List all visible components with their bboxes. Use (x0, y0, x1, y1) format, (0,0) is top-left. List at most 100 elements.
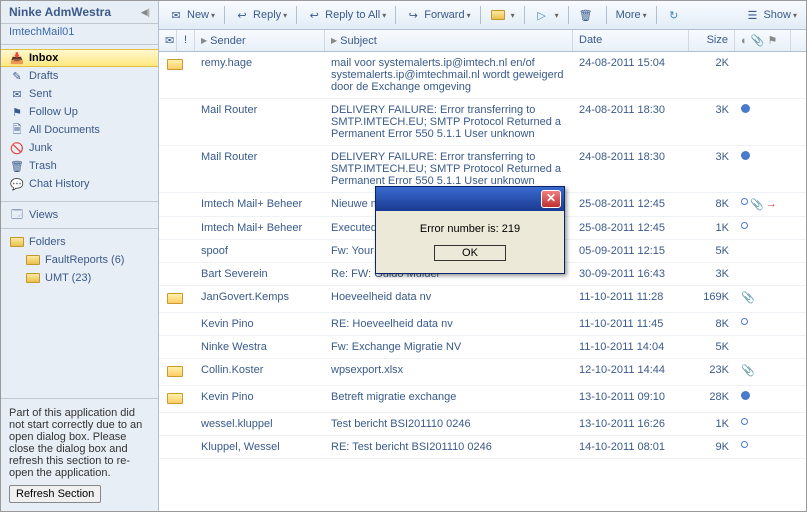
col-important[interactable]: ! (177, 30, 195, 51)
mail-row[interactable]: remy.hagemail voor systemalerts.ip@imtec… (159, 52, 806, 99)
flags-cell (735, 340, 791, 354)
col-sender[interactable]: ▶Sender (195, 30, 325, 51)
sender-cell: Kevin Pino (195, 390, 325, 408)
mailbox-name: ImtechMail01 (1, 24, 158, 45)
sidebar-item-follow-up[interactable]: ⚑Follow Up (1, 103, 158, 121)
subfolder-label: FaultReports (6) (45, 254, 124, 266)
folder-button[interactable]: ▾ (485, 4, 520, 26)
date-cell: 11-10-2011 11:28 (573, 290, 689, 308)
separator (480, 6, 481, 24)
attachment-icon: 📎 (750, 198, 764, 211)
views-icon: 🗔 (9, 208, 25, 222)
separator (395, 6, 396, 24)
dropdown-icon: ▾ (511, 11, 515, 20)
col-size[interactable]: Size (689, 30, 735, 51)
size-cell: 5K (689, 244, 735, 258)
envelope-cell (159, 363, 177, 381)
folder-item-label: Sent (29, 88, 52, 100)
sender-cell: Imtech Mail+ Beheer (195, 221, 325, 235)
sidebar-item-junk[interactable]: 🚫Junk (1, 139, 158, 157)
reply-all-button[interactable]: ↩Reply to All▾ (301, 4, 391, 26)
flags-cell: 📎→ (735, 197, 791, 212)
reply-icon: ↩ (234, 7, 250, 23)
subject-cell: mail voor systemalerts.ip@imtech.nl en/o… (325, 56, 573, 94)
envelope-cell (159, 390, 177, 408)
mail-row[interactable]: Collin.Kosterwpsexport.xlsx12-10-2011 14… (159, 359, 806, 386)
sidebar-item-trash[interactable]: 🗑 Trash (1, 157, 158, 175)
views-item[interactable]: 🗔 Views (1, 206, 158, 224)
flag-button[interactable]: ▷▾ (529, 4, 564, 26)
folder-icon (25, 271, 41, 285)
sender-cell: Kluppel, Wessel (195, 440, 325, 454)
folders-label: Folders (29, 236, 66, 248)
folder-item-icon: ✉ (9, 87, 25, 101)
sender-cell: Mail Router (195, 103, 325, 141)
mail-row[interactable]: Ninke WestraFw: Exchange Migratie NV11-1… (159, 336, 806, 359)
sidebar-item-sent[interactable]: ✉ Sent (1, 85, 158, 103)
mail-row[interactable]: JanGovert.KempsHoeveelheid data nv11-10-… (159, 286, 806, 313)
status-dot-icon (741, 104, 750, 113)
folder-item-label: Trash (29, 160, 57, 172)
mail-row[interactable]: wessel.kluppelTest bericht BSI201110 024… (159, 413, 806, 436)
forward-button[interactable]: ↪Forward▾ (400, 4, 475, 26)
size-cell: 3K (689, 103, 735, 141)
subject-cell: Test bericht BSI201110 0246 (325, 417, 573, 431)
col-date[interactable]: Date (573, 30, 689, 51)
close-icon[interactable]: ✕ (541, 190, 561, 208)
refresh-button[interactable]: ↻ (661, 4, 690, 26)
date-cell: 14-10-2011 08:01 (573, 440, 689, 454)
envelope-cell (159, 340, 177, 354)
important-cell (177, 150, 195, 188)
refresh-icon: ↻ (666, 7, 682, 23)
col-flags[interactable]: ◐ 📎 ⚑ (735, 30, 791, 51)
folder-item-icon: ⚑ (9, 105, 25, 119)
mail-row[interactable]: Kevin PinoBetreft migratie exchange13-10… (159, 386, 806, 413)
delete-button[interactable]: 🗑 (573, 4, 602, 26)
size-cell: 28K (689, 390, 735, 408)
folder-item-icon: 🗑 (9, 159, 25, 173)
sender-cell: remy.hage (195, 56, 325, 94)
folder-item-icon: 📥 (9, 51, 25, 65)
sender-cell: JanGovert.Kemps (195, 290, 325, 308)
status-circle-icon (741, 318, 748, 325)
flags-cell: 📎 (735, 363, 791, 381)
col-subject[interactable]: ▶Subject (325, 30, 573, 51)
refresh-section-button[interactable]: Refresh Section (9, 485, 101, 503)
ok-button[interactable]: OK (434, 245, 506, 261)
dropdown-icon: ▾ (643, 11, 647, 20)
sidebar-item-drafts[interactable]: ✎Drafts (1, 67, 158, 85)
folders-item[interactable]: Folders (1, 233, 158, 251)
sidebar-item-all-documents[interactable]: 🗎All Documents (1, 121, 158, 139)
new-button[interactable]: ✉New▾ (163, 4, 220, 26)
dialog-titlebar[interactable]: ✕ (376, 187, 564, 211)
flags-cell (735, 317, 791, 331)
mail-row[interactable]: Kevin PinoRE: Hoeveelheid data nv11-10-2… (159, 313, 806, 336)
reply-button[interactable]: ↩Reply▾ (229, 4, 292, 26)
folder-item-label: Chat History (29, 178, 90, 190)
important-cell (177, 417, 195, 431)
error-text: Part of this application did not start c… (9, 407, 150, 479)
sidebar-item-chat-history[interactable]: 💬Chat History (1, 175, 158, 193)
sender-cell: spoof (195, 244, 325, 258)
subfolder-item[interactable]: UMT (23) (1, 269, 158, 287)
important-cell (177, 244, 195, 258)
status-dot-icon (741, 391, 750, 400)
subfolder-item[interactable]: FaultReports (6) (1, 251, 158, 269)
envelope-cell (159, 56, 177, 94)
mail-row[interactable]: Kluppel, WesselRE: Test bericht BSI20111… (159, 436, 806, 459)
folder-item-icon: 🚫 (9, 141, 25, 155)
envelope-cell (159, 317, 177, 331)
col-envelope[interactable]: ✉ (159, 30, 177, 51)
envelope-cell (159, 150, 177, 188)
sidebar-item-inbox[interactable]: 📥Inbox (1, 49, 158, 67)
date-cell: 11-10-2011 11:45 (573, 317, 689, 331)
mail-row[interactable]: Mail RouterDELIVERY FAILURE: Error trans… (159, 99, 806, 146)
important-cell (177, 340, 195, 354)
folder-list: 📥Inbox✎Drafts ✉ Sent ⚑Follow Up🗎All Documen… (1, 45, 158, 197)
views-label: Views (29, 209, 58, 221)
show-button[interactable]: ☰Show▾ (739, 4, 802, 26)
size-cell: 8K (689, 197, 735, 212)
more-button[interactable]: More▾ (611, 6, 652, 24)
collapse-sidebar-icon[interactable]: ◀| (141, 7, 150, 18)
status-dot-icon (741, 151, 750, 160)
